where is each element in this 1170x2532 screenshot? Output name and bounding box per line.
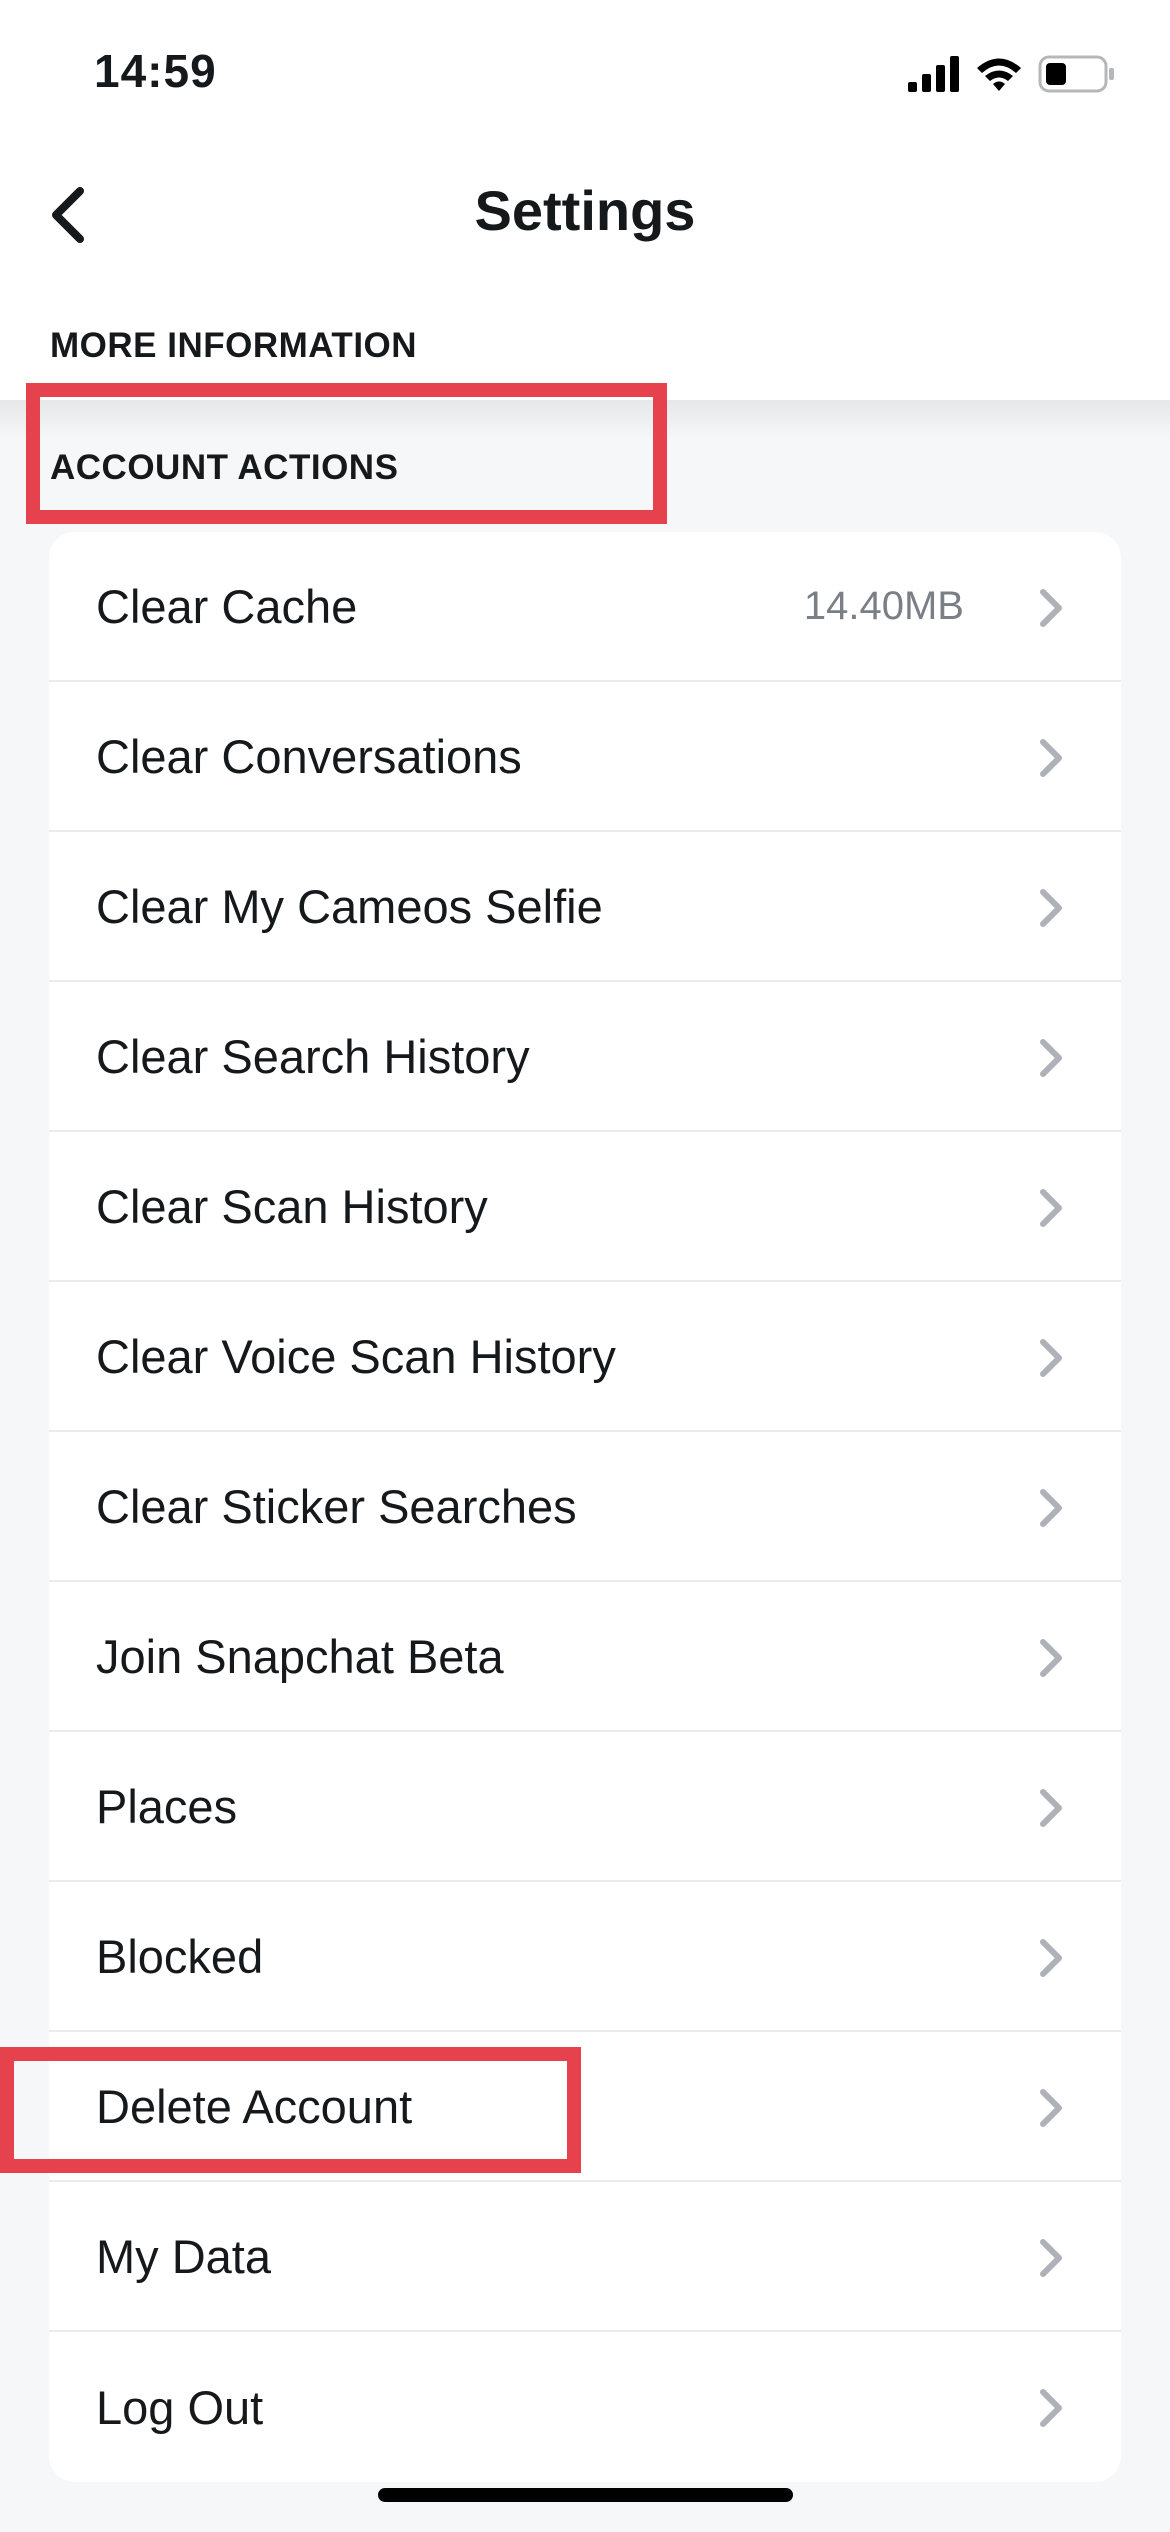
row-clear-sticker-searches[interactable]: Clear Sticker Searches	[49, 1432, 1121, 1582]
status-icons	[908, 52, 1116, 96]
row-my-data[interactable]: My Data	[49, 2182, 1121, 2332]
row-label: My Data	[96, 2229, 271, 2283]
row-label: Clear Sticker Searches	[96, 1479, 577, 1533]
chevron-right-icon	[1040, 589, 1062, 627]
row-label: Clear My Cameos Selfie	[96, 879, 603, 933]
chevron-right-icon	[1040, 739, 1062, 777]
row-clear-search-history[interactable]: Clear Search History	[49, 982, 1121, 1132]
highlight-box-account-actions	[26, 383, 667, 524]
row-blocked[interactable]: Blocked	[49, 1882, 1121, 2032]
page-title: Settings	[474, 179, 696, 242]
battery-icon	[1038, 55, 1114, 93]
chevron-right-icon	[1040, 2389, 1062, 2427]
row-label: Clear Scan History	[96, 1179, 488, 1233]
chevron-right-icon	[1040, 1339, 1062, 1377]
chevron-right-icon	[1040, 1939, 1062, 1977]
wifi-icon	[977, 58, 1021, 91]
row-label: Log Out	[96, 2380, 264, 2434]
chevron-right-icon	[1040, 2089, 1062, 2127]
chevron-right-icon	[1040, 1639, 1062, 1677]
row-clear-conversations[interactable]: Clear Conversations	[49, 682, 1121, 832]
row-label: Blocked	[96, 1929, 264, 1983]
account-actions-list: Clear Cache 14.40MB Clear Conversations …	[49, 532, 1121, 2482]
chevron-right-icon	[1040, 1189, 1062, 1227]
row-clear-cache[interactable]: Clear Cache 14.40MB	[49, 532, 1121, 682]
chevron-right-icon	[1040, 2239, 1062, 2277]
chevron-right-icon	[1040, 1489, 1062, 1527]
row-label: Places	[96, 1779, 238, 1833]
cache-size-value: 14.40MB	[803, 583, 964, 628]
row-clear-my-cameos-selfie[interactable]: Clear My Cameos Selfie	[49, 832, 1121, 982]
row-log-out[interactable]: Log Out	[49, 2332, 1121, 2482]
row-places[interactable]: Places	[49, 1732, 1121, 1882]
chevron-right-icon	[1040, 889, 1062, 927]
row-label: Clear Search History	[96, 1029, 530, 1083]
row-clear-scan-history[interactable]: Clear Scan History	[49, 1132, 1121, 1282]
highlight-box-delete-account	[0, 2047, 581, 2173]
home-indicator	[378, 2488, 793, 2502]
row-label: Join Snapchat Beta	[96, 1629, 504, 1683]
row-clear-voice-scan-history[interactable]: Clear Voice Scan History	[49, 1282, 1121, 1432]
chevron-right-icon	[1040, 1039, 1062, 1077]
chevron-right-icon	[1040, 1789, 1062, 1827]
signal-icon	[908, 56, 959, 92]
row-join-snapchat-beta[interactable]: Join Snapchat Beta	[49, 1582, 1121, 1732]
row-label: Clear Cache	[96, 579, 358, 633]
status-time: 14:59	[94, 45, 217, 97]
row-label: Clear Conversations	[96, 729, 522, 783]
row-label: Clear Voice Scan History	[96, 1329, 616, 1383]
section-header-more-information: MORE INFORMATION	[50, 326, 418, 365]
